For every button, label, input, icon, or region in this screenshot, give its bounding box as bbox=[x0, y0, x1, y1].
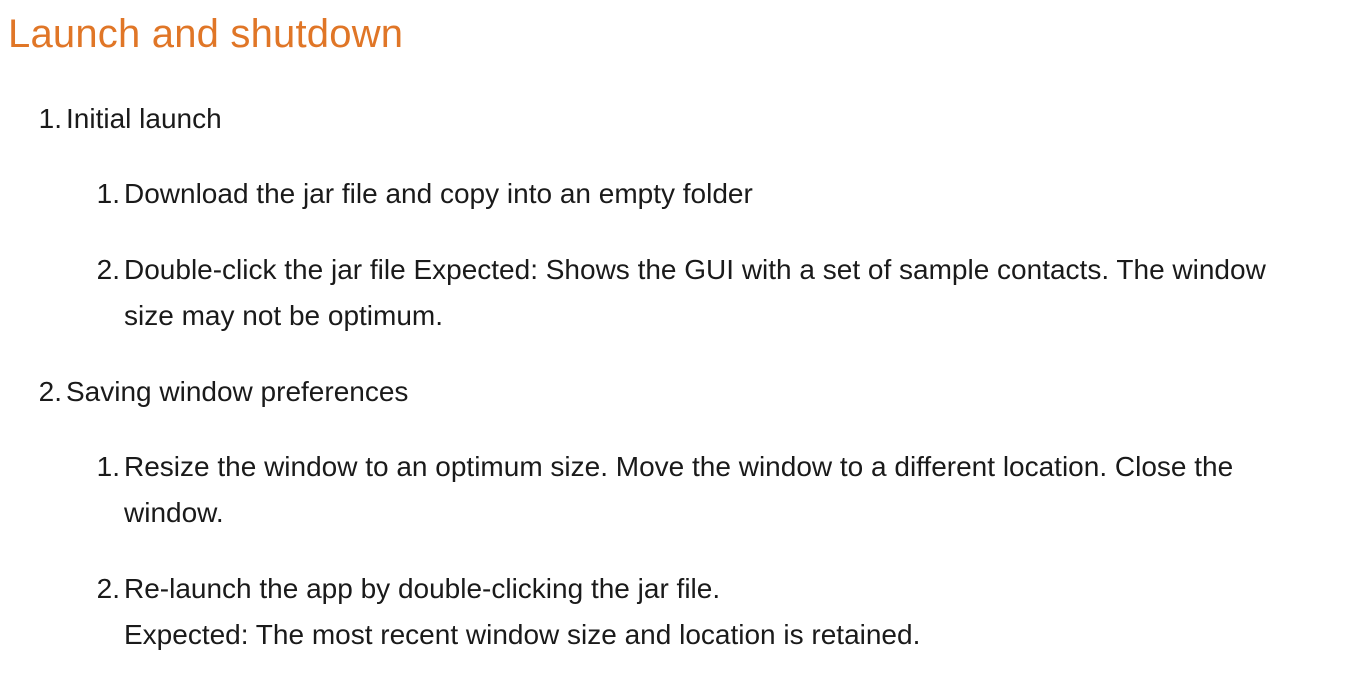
substep-number: 2. bbox=[96, 573, 120, 604]
substep-double-click-jar: 2. Double-click the jar file Expected: S… bbox=[88, 247, 1348, 339]
step-label: Saving window preferences bbox=[66, 376, 409, 407]
substep-number: 1. bbox=[96, 451, 120, 482]
substep-number: 2. bbox=[96, 254, 120, 285]
substep-text: Double-click the jar file Expected: Show… bbox=[124, 254, 1266, 331]
substep-download-jar: 1. Download the jar file and copy into a… bbox=[88, 171, 1348, 217]
substep-text: Resize the window to an optimum size. Mo… bbox=[124, 451, 1234, 528]
step-number: 2. bbox=[38, 376, 62, 407]
substep-relaunch-app: 2. Re-launch the app by double-clicking … bbox=[88, 566, 1348, 658]
step-label: Initial launch bbox=[66, 103, 222, 134]
substep-text: Download the jar file and copy into an e… bbox=[124, 178, 753, 209]
substep-text-line2: Expected: The most recent window size an… bbox=[124, 619, 921, 650]
step-saving-window-preferences: 2. Saving window preferences bbox=[30, 369, 730, 415]
substep-text-line1: Re-launch the app by double-clicking the… bbox=[124, 573, 721, 604]
step-initial-launch: 1. Initial launch bbox=[30, 96, 630, 142]
section-title: Launch and shutdown bbox=[8, 12, 404, 56]
substep-number: 1. bbox=[96, 178, 120, 209]
step-number: 1. bbox=[38, 103, 62, 134]
substep-resize-window: 1. Resize the window to an optimum size.… bbox=[88, 444, 1348, 536]
